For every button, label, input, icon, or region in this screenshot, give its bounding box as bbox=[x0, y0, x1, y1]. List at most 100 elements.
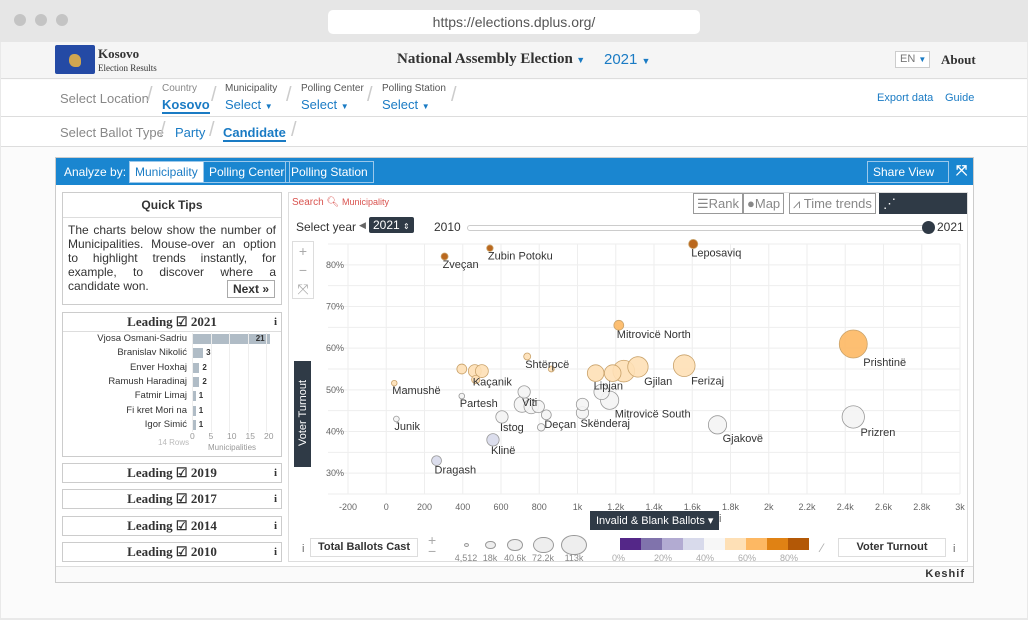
about-link[interactable]: About bbox=[941, 52, 976, 68]
election-select[interactable]: National Assembly Election ▼ bbox=[397, 51, 585, 68]
ballot-type-bar: Select Ballot Type / Party / Candidate / bbox=[1, 117, 1027, 147]
view-rank-button[interactable]: ☰Rank bbox=[693, 193, 744, 214]
size-legend-circle bbox=[463, 543, 469, 547]
info-icon[interactable]: i bbox=[953, 543, 955, 555]
data-point[interactable] bbox=[586, 364, 605, 382]
color-legend-swatch[interactable] bbox=[641, 538, 662, 550]
info-icon[interactable]: i bbox=[274, 517, 277, 535]
candidate-tab[interactable]: Candidate bbox=[223, 125, 286, 142]
info-icon[interactable]: i bbox=[719, 513, 721, 525]
previous-year-icon[interactable]: ◀ bbox=[359, 220, 366, 231]
view-time-trends-button[interactable]: ⩘ Time trends bbox=[789, 193, 876, 214]
search-field[interactable]: Search 🔍︎ Municipality bbox=[292, 197, 389, 208]
size-metric-select[interactable]: Total Ballots Cast bbox=[310, 538, 418, 557]
maximize-window-button[interactable] bbox=[56, 14, 68, 26]
point-label: Zubin Potoku bbox=[488, 250, 553, 262]
color-legend-swatch[interactable] bbox=[767, 538, 788, 550]
leading-2021-header[interactable]: Leading ☑ 2021 i bbox=[63, 313, 281, 332]
color-legend-swatch[interactable] bbox=[620, 538, 641, 550]
data-point[interactable] bbox=[627, 356, 649, 378]
gridline bbox=[210, 333, 212, 432]
year-slider-handle[interactable] bbox=[922, 221, 935, 234]
tab-municipality[interactable]: Municipality bbox=[129, 161, 204, 183]
view-map-button[interactable]: ●Map bbox=[743, 193, 785, 214]
leading-2010-panel[interactable]: Leading ☑ 2010 i bbox=[62, 542, 282, 562]
next-tip-button[interactable]: Next » bbox=[226, 280, 275, 298]
divider: / bbox=[367, 84, 373, 106]
polling-station-select[interactable]: Select ▼ bbox=[382, 97, 430, 112]
fullscreen-icon[interactable]: ⤧ bbox=[956, 162, 967, 179]
candidate-name[interactable]: Ramush Haradinaj bbox=[108, 376, 187, 387]
info-icon[interactable]: i bbox=[274, 490, 277, 508]
color-legend-swatch[interactable] bbox=[683, 538, 704, 550]
data-point[interactable] bbox=[456, 363, 468, 375]
year-select[interactable]: 2021 ▼ bbox=[604, 51, 650, 68]
url-bar[interactable]: https://elections.dplus.org/ bbox=[328, 10, 700, 34]
color-legend-swatch[interactable] bbox=[704, 538, 725, 550]
candidate-name[interactable]: Fi kret Mori na bbox=[126, 405, 187, 416]
x-axis-select[interactable]: Invalid & Blank Ballots ▾ bbox=[590, 511, 720, 530]
color-legend-swatch[interactable] bbox=[788, 538, 809, 550]
party-tab[interactable]: Party bbox=[175, 125, 205, 140]
data-point[interactable] bbox=[841, 405, 865, 429]
polling-center-label: Polling Center bbox=[301, 83, 364, 94]
chevron-down-icon: ▼ bbox=[576, 55, 586, 65]
info-icon[interactable]: i bbox=[302, 543, 304, 555]
candidate-name[interactable]: Vjosa Osmani-Sadriu bbox=[97, 333, 187, 344]
data-point[interactable] bbox=[672, 354, 696, 377]
polling-center-value: Select bbox=[301, 97, 338, 112]
language-select[interactable]: EN ▼ bbox=[895, 51, 930, 68]
candidate-bar[interactable] bbox=[192, 376, 200, 387]
guide-link[interactable]: Guide bbox=[945, 92, 974, 104]
size-scale-controls[interactable]: + − bbox=[428, 533, 436, 558]
share-view-button[interactable]: Share View ➦ bbox=[867, 161, 949, 199]
color-legend-swatch[interactable] bbox=[725, 538, 746, 550]
polling-center-select[interactable]: Select ▼ bbox=[301, 97, 349, 112]
close-window-button[interactable] bbox=[14, 14, 26, 26]
candidate-bar[interactable] bbox=[192, 362, 200, 373]
candidate-name[interactable]: Igor Simić bbox=[145, 419, 187, 430]
year-slider-track[interactable] bbox=[467, 225, 929, 231]
leading-2017-panel[interactable]: Leading ☑ 2017 i bbox=[62, 489, 282, 509]
y-tick-label: 40% bbox=[326, 427, 344, 437]
export-data-link[interactable]: Export data bbox=[877, 92, 933, 104]
chevron-down-icon: ▼ bbox=[340, 102, 349, 111]
year-dropdown[interactable]: 2021 ⇕ bbox=[369, 217, 414, 233]
color-legend-label: 40% bbox=[696, 553, 715, 563]
candidate-bar[interactable] bbox=[192, 348, 204, 359]
candidate-name[interactable]: Enver Hoxhaj bbox=[130, 362, 187, 373]
brush-icon[interactable]: ⁄ bbox=[821, 541, 823, 555]
info-icon[interactable]: i bbox=[274, 543, 277, 561]
leading-title: Leading bbox=[127, 491, 173, 506]
y-axis-select[interactable]: Voter Turnout bbox=[294, 361, 311, 467]
tab-polling-station[interactable]: Polling Station bbox=[285, 161, 374, 183]
kosovo-flag-logo[interactable] bbox=[55, 45, 95, 74]
data-point[interactable] bbox=[603, 364, 622, 382]
point-label: Junik bbox=[394, 421, 420, 433]
country-select[interactable]: Kosovo bbox=[162, 97, 210, 114]
color-metric-select[interactable]: Voter Turnout bbox=[838, 538, 946, 557]
size-legend-label: 40.6k bbox=[503, 553, 527, 563]
leading-2014-panel[interactable]: Leading ☑ 2014 i bbox=[62, 516, 282, 536]
y-tick-label: 30% bbox=[326, 468, 344, 478]
minimize-window-button[interactable] bbox=[35, 14, 47, 26]
candidate-name[interactable]: Branislav Nikolić bbox=[117, 347, 187, 358]
candidate-name[interactable]: Fatmir Limaj bbox=[135, 390, 187, 401]
tab-polling-center[interactable]: Polling Center bbox=[203, 161, 291, 183]
municipality-value: Select bbox=[225, 97, 262, 112]
data-point[interactable] bbox=[838, 329, 868, 359]
color-legend-swatch[interactable] bbox=[662, 538, 683, 550]
info-icon[interactable]: i bbox=[274, 313, 277, 331]
leading-title: Leading bbox=[127, 518, 173, 533]
color-legend-swatch[interactable] bbox=[746, 538, 767, 550]
divider: / bbox=[291, 119, 297, 141]
info-icon[interactable]: i bbox=[274, 464, 277, 482]
leading-2019-panel[interactable]: Leading ☑ 2019 i bbox=[62, 463, 282, 483]
data-point[interactable] bbox=[575, 397, 590, 411]
data-point[interactable] bbox=[707, 415, 728, 435]
municipality-select[interactable]: Select ▼ bbox=[225, 97, 273, 112]
updown-icon: ⇕ bbox=[403, 222, 410, 231]
location-bar: Select Location / Country Kosovo / Munic… bbox=[1, 80, 1027, 117]
keshif-logo[interactable]: Keshif bbox=[925, 568, 965, 580]
view-correlations-button[interactable]: ⋰ Correlations bbox=[879, 193, 967, 230]
